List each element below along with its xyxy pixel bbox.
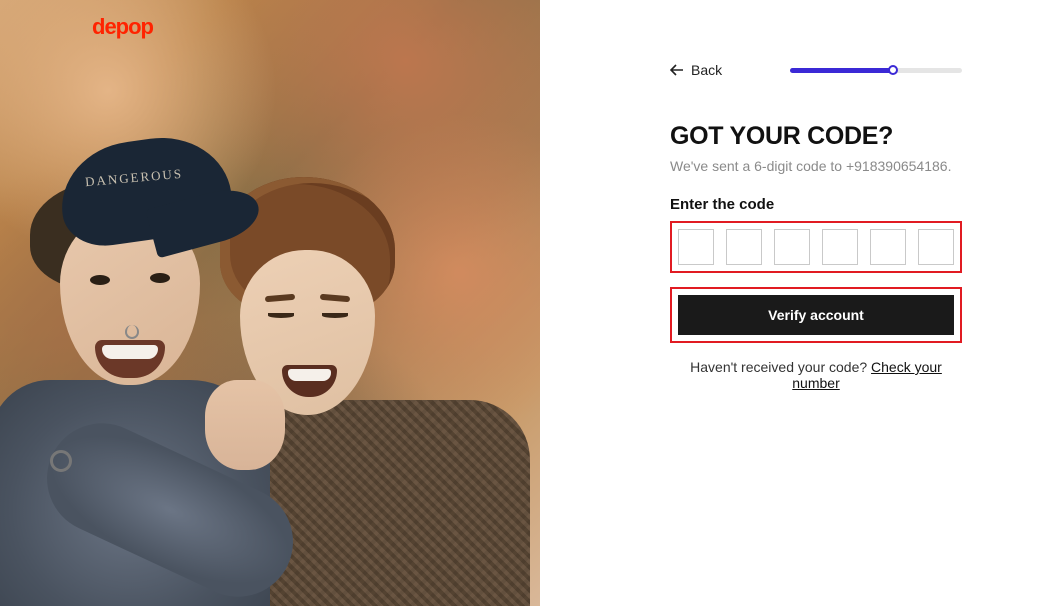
verify-account-button[interactable]: Verify account (678, 295, 954, 335)
progress-bar (790, 68, 962, 73)
code-input-group (678, 229, 954, 265)
back-label: Back (691, 62, 722, 78)
arrow-left-icon (670, 64, 684, 76)
page-heading: GOT YOUR CODE? (670, 122, 962, 151)
code-field-label: Enter the code (670, 196, 962, 213)
page-subtext: We've sent a 6-digit code to +9183906541… (670, 158, 962, 174)
back-button[interactable]: Back (670, 62, 722, 78)
verify-button-highlight: Verify account (670, 287, 962, 343)
code-digit-2[interactable] (726, 229, 762, 265)
code-digit-6[interactable] (918, 229, 954, 265)
resend-prefix: Haven't received your code? (690, 359, 871, 375)
code-digit-4[interactable] (822, 229, 858, 265)
progress-thumb (888, 65, 898, 75)
code-digit-3[interactable] (774, 229, 810, 265)
brand-logo: depop (92, 14, 153, 40)
code-digit-1[interactable] (678, 229, 714, 265)
progress-fill (790, 68, 893, 73)
code-input-highlight (670, 221, 962, 273)
hero-image-panel: depop DANGEROUS (0, 0, 540, 606)
form-panel: Back GOT YOUR CODE? We've sent a 6-digit… (540, 0, 1062, 606)
resend-row: Haven't received your code? Check your n… (670, 359, 962, 391)
code-digit-5[interactable] (870, 229, 906, 265)
top-bar: Back (670, 62, 962, 78)
